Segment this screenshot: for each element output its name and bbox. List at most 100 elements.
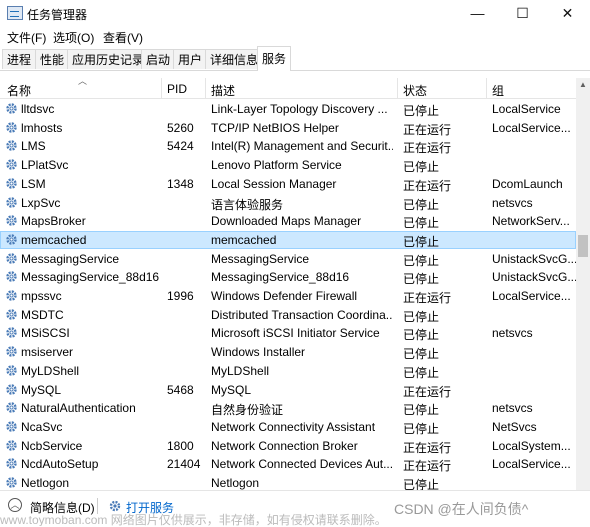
gear-icon <box>6 215 17 226</box>
service-status: 正在运行 <box>403 459 452 474</box>
gear-icon <box>6 439 17 451</box>
tab-startup[interactable]: 启动 <box>141 49 176 69</box>
service-description: Network Connected Devices Aut... <box>211 457 393 472</box>
service-row[interactable]: NcdAutoSetup 21404 Network Connected Devic… <box>0 455 576 473</box>
service-row[interactable]: MapsBroker Downloaded Maps Manager 已停止 Netw… <box>0 212 576 230</box>
service-status: 已停止 <box>403 104 440 118</box>
menu-file[interactable]: 文件(F) <box>7 29 46 46</box>
service-row[interactable]: MSDTC Distributed Transaction Coordina...… <box>0 306 576 324</box>
service-pid: 5424 <box>167 139 194 154</box>
column-group[interactable]: 组 <box>492 82 504 99</box>
service-row[interactable]: NcbService 1800 Network Connection Broker 正… <box>0 437 576 455</box>
service-description: Network Connection Broker <box>211 438 358 453</box>
tab-app-history[interactable]: 应用历史记录 <box>67 49 150 69</box>
service-name: MySQL <box>21 382 62 397</box>
service-description: Lenovo Platform Service <box>211 158 342 173</box>
service-description: MyLDShell <box>211 363 270 378</box>
vertical-scrollbar[interactable]: ▲ <box>576 78 590 490</box>
service-row[interactable]: mpssvc 1996 Windows Defender Firewall 正在运行 L… <box>0 287 576 305</box>
service-row[interactable]: MyLDShell MyLDShell 已停止 <box>0 362 576 380</box>
service-description: TCP/IP NetBIOS Helper <box>211 120 339 135</box>
service-name: memcached <box>21 232 87 247</box>
window-title: 任务管理器 <box>27 8 88 22</box>
service-row[interactable]: MSiSCSI Microsoft iSCSI Initiator Service… <box>0 324 576 342</box>
service-status: 已停止 <box>403 272 440 287</box>
menu-view[interactable]: 查看(V) <box>103 29 143 46</box>
service-group: netsvcs <box>492 195 533 210</box>
chevron-up-icon[interactable]: ︿ <box>8 498 22 512</box>
service-name: NcaSvc <box>21 419 63 434</box>
service-row[interactable]: Netlogon Netlogon 已停止 <box>0 474 576 490</box>
maximize-button[interactable]: ☐ <box>500 0 545 27</box>
column-divider[interactable] <box>397 78 398 98</box>
service-status: 已停止 <box>403 365 440 380</box>
service-row[interactable]: MessagingService MessagingService 已停止 Unist… <box>0 250 576 268</box>
service-group: LocalService... <box>492 289 571 303</box>
service-row[interactable]: LxpSvc 语言体验服务 已停止 netsvcs <box>0 194 576 212</box>
service-name: MSDTC <box>21 307 64 322</box>
tab-users[interactable]: 用户 <box>173 49 208 69</box>
tab-processes[interactable]: 进程 <box>2 49 37 69</box>
service-row[interactable]: MessagingService_88d16 MessagingService_8… <box>0 268 576 286</box>
service-name: LMS <box>21 139 46 154</box>
column-divider[interactable] <box>161 78 162 98</box>
tab-services[interactable]: 服务 <box>257 46 292 71</box>
service-description: Windows Defender Firewall <box>211 289 358 303</box>
service-status: 已停止 <box>403 309 440 324</box>
menu-bar: 文件(F) 选项(O) 查看(V) <box>0 27 590 46</box>
tab-performance[interactable]: 性能 <box>35 49 70 69</box>
menu-options[interactable]: 选项(O) <box>53 29 94 46</box>
gear-icon <box>6 477 17 488</box>
service-row[interactable]: MySQL 5468 MySQL 正在运行 <box>0 381 576 399</box>
column-divider[interactable] <box>486 78 487 98</box>
service-row[interactable]: lmhosts 5260 TCP/IP NetBIOS Helper 正在运行 Loca… <box>0 119 576 137</box>
service-row[interactable]: lltdsvc Link-Layer Topology Discovery ...… <box>0 100 576 118</box>
service-status: 已停止 <box>403 347 440 362</box>
service-status: 已停止 <box>403 328 440 343</box>
service-group: UnistackSvcG... <box>492 270 576 285</box>
column-header: ︿ 名称 PID 描述 状态 组 <box>0 76 576 99</box>
service-row[interactable]: LPlatSvc Lenovo Platform Service 已停止 <box>0 156 576 174</box>
tab-details[interactable]: 详细信息 <box>205 49 264 69</box>
service-row[interactable]: msiserver Windows Installer 已停止 <box>0 343 576 361</box>
service-description: Network Connectivity Assistant <box>211 419 376 434</box>
service-group: netsvcs <box>492 401 533 416</box>
service-description: Downloaded Maps Manager <box>211 214 362 229</box>
sort-ascending-icon: ︿ <box>78 76 88 86</box>
toymoban-watermark: www.toymoban.com 网络图片仅供展示，非存储，如有侵权请联系删除。 <box>0 513 387 526</box>
service-group: NetSvcs <box>492 419 537 434</box>
service-pid: 1348 <box>167 176 194 191</box>
column-pid[interactable]: PID <box>167 82 187 96</box>
service-group: LocalSystem... <box>492 438 571 453</box>
column-description[interactable]: 描述 <box>211 82 235 99</box>
service-row[interactable]: LMS 5424 Intel(R) Management and Securit..… <box>0 137 576 155</box>
service-row[interactable]: LSM 1348 Local Session Manager 正在运行 DcomLaun… <box>0 175 576 193</box>
close-button[interactable]: ✕ <box>545 0 590 27</box>
service-pid: 5468 <box>167 382 194 397</box>
service-row[interactable]: NcaSvc Network Connectivity Assistant 已停止 N… <box>0 418 576 436</box>
service-name: LSM <box>21 176 46 191</box>
gear-icon <box>6 290 17 301</box>
service-group: DcomLaunch <box>492 176 563 191</box>
gear-icon <box>6 140 17 152</box>
service-row[interactable]: NaturalAuthentication 自然身份验证 已停止 netsvcs <box>0 399 576 417</box>
scroll-up-arrow-icon[interactable]: ▲ <box>576 78 590 92</box>
scrollbar-thumb[interactable] <box>578 235 588 257</box>
service-status: 正在运行 <box>403 291 452 305</box>
service-pid: 1996 <box>167 289 194 303</box>
gear-icon <box>6 458 17 469</box>
gear-icon <box>6 234 17 245</box>
column-status[interactable]: 状态 <box>403 82 427 99</box>
column-name[interactable]: 名称 <box>7 82 31 99</box>
service-name: NcdAutoSetup <box>21 457 99 472</box>
column-divider[interactable] <box>205 78 206 98</box>
service-status: 已停止 <box>403 253 440 268</box>
service-description: MySQL <box>211 382 252 397</box>
gear-icon <box>6 159 17 170</box>
minimize-button[interactable]: — <box>455 0 500 27</box>
service-name: MyLDShell <box>21 363 80 378</box>
service-name: Netlogon <box>21 476 70 490</box>
gear-icon <box>6 365 17 376</box>
service-row[interactable]: memcached memcached 已停止 <box>0 230 576 249</box>
service-name: MapsBroker <box>21 214 86 229</box>
